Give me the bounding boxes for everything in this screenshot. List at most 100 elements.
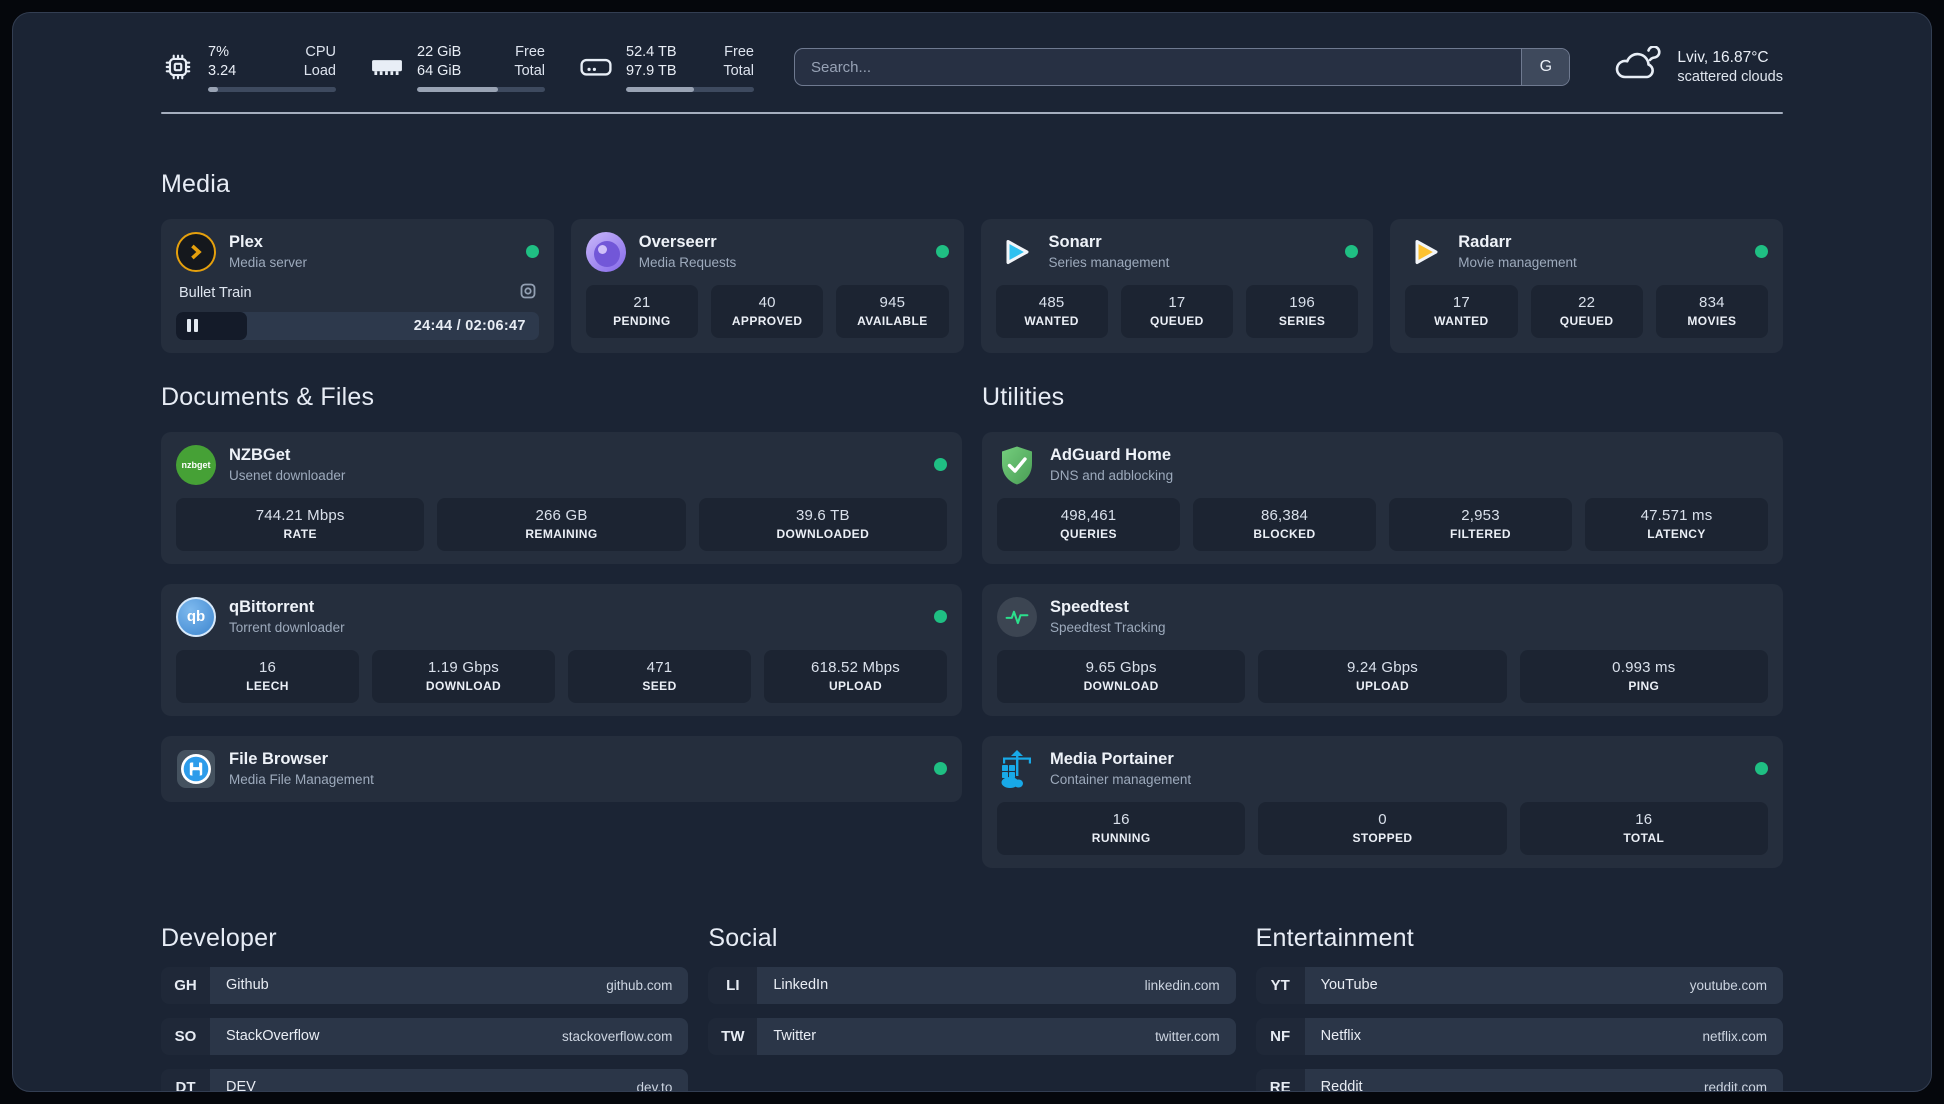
app-subtitle: Container management xyxy=(1050,772,1192,788)
link-name: Netflix xyxy=(1320,1028,1361,1045)
radarr-icon xyxy=(1405,232,1445,272)
link-abbr: GH xyxy=(161,966,210,1004)
section-entertainment: Entertainment YT YouTube youtube.com NF N… xyxy=(1255,924,1783,1092)
link-url: twitter.com xyxy=(1155,1028,1220,1044)
link-stackoverflow[interactable]: SO StackOverflow stackoverflow.com xyxy=(161,1017,689,1055)
link-abbr: SO xyxy=(161,1017,210,1055)
link-netflix[interactable]: NF Netflix netflix.com xyxy=(1255,1017,1783,1055)
storage-free-label: Free xyxy=(724,44,754,60)
app-card-adguard[interactable]: AdGuard Home DNS and adblocking 498,461 Q… xyxy=(982,431,1783,564)
stat-queued: 22 QUEUED xyxy=(1530,284,1643,338)
app-subtitle: Media File Management xyxy=(229,772,374,788)
app-subtitle: Series management xyxy=(1048,255,1170,271)
stat-total: 16 TOTAL xyxy=(1519,801,1768,855)
sonarr-icon xyxy=(996,232,1036,272)
app-card-nzbget[interactable]: nzbget NZBGet Usenet downloader 744.21 M… xyxy=(161,431,962,564)
weather-description: scattered clouds xyxy=(1677,69,1783,86)
app-title: Overseerr xyxy=(638,233,717,252)
storage-total-value: 97.9 TB xyxy=(626,62,677,79)
weather-location-temp: Lviv, 16.87°C xyxy=(1677,49,1769,67)
section-title-documents: Documents & Files xyxy=(161,382,375,411)
now-playing-session-icon xyxy=(520,283,536,303)
app-card-portainer[interactable]: Media Portainer Container management 16 R… xyxy=(982,735,1783,868)
app-card-radarr[interactable]: Radarr Movie management 17 WANTED 22 QUEUE… xyxy=(1390,218,1783,353)
link-twitter[interactable]: TW Twitter twitter.com xyxy=(708,1017,1236,1055)
link-name: Reddit xyxy=(1320,1079,1363,1092)
stat-queries: 498,461 QUERIES xyxy=(997,497,1180,551)
app-title: Radarr xyxy=(1458,233,1512,252)
app-card-plex[interactable]: Plex Media server Bullet Train 24:44 / 0… xyxy=(161,218,554,353)
app-title: NZBGet xyxy=(229,446,291,465)
dashboard: 7% CPU 3.24 Load 22 GiB Free 64 GiB Total xyxy=(12,12,1932,1092)
now-playing-title: Bullet Train xyxy=(179,284,252,301)
section-media: Media Plex Media server Bullet Train 24:… xyxy=(161,170,1783,353)
stat-wanted: 485 WANTED xyxy=(995,284,1108,338)
app-card-qbittorrent[interactable]: qb qBittorrent Torrent downloader 16 LEEC… xyxy=(161,583,962,716)
playback-time: 24:44 / 02:06:47 xyxy=(413,317,526,334)
storage-icon xyxy=(579,55,613,79)
stat-queued: 17 QUEUED xyxy=(1120,284,1233,338)
app-card-overseerr[interactable]: Overseerr Media Requests 21 PENDING 40 APP… xyxy=(570,218,964,353)
link-url: stackoverflow.com xyxy=(562,1028,673,1044)
status-dot xyxy=(1345,245,1359,259)
system-stats: 7% CPU 3.24 Load 22 GiB Free 64 GiB Total xyxy=(161,43,754,92)
stat-blocked: 86,384 BLOCKED xyxy=(1193,497,1376,551)
stat-pending: 21 PENDING xyxy=(585,284,698,338)
storage-total-label: Total xyxy=(723,62,754,79)
cpu-load-label: Load xyxy=(303,62,336,79)
storage-progressbar xyxy=(626,86,754,92)
memory-free-label: Free xyxy=(515,44,545,60)
qbittorrent-icon: qb xyxy=(176,596,216,637)
link-abbr: RE xyxy=(1255,1068,1305,1091)
stat-downloaded: 39.6 TB DOWNLOADED xyxy=(698,497,947,551)
link-url: dev.to xyxy=(636,1079,673,1092)
link-url: reddit.com xyxy=(1703,1079,1767,1092)
app-title: AdGuard Home xyxy=(1050,446,1172,465)
link-youtube[interactable]: YT YouTube youtube.com xyxy=(1255,966,1783,1004)
stat-series: 196 SERIES xyxy=(1246,284,1359,338)
app-subtitle: Speedtest Tracking xyxy=(1050,620,1166,636)
link-dev-to[interactable]: DT DEV dev.to xyxy=(161,1068,689,1092)
status-dot xyxy=(525,245,539,259)
search-input[interactable] xyxy=(795,49,1522,86)
link-reddit[interactable]: RE Reddit reddit.com xyxy=(1255,1068,1783,1092)
link-abbr: LI xyxy=(708,966,758,1004)
search-engine-button[interactable]: G xyxy=(1521,49,1570,86)
stat-upload: 9.24 Gbps UPLOAD xyxy=(1258,649,1507,703)
stat-download: 9.65 Gbps DOWNLOAD xyxy=(997,649,1246,703)
status-dot xyxy=(1755,762,1768,776)
cpu-icon xyxy=(161,52,195,82)
status-dot xyxy=(935,245,949,259)
stat-approved: 40 APPROVED xyxy=(711,284,824,338)
app-subtitle: Torrent downloader xyxy=(229,620,345,636)
memory-icon xyxy=(370,56,404,78)
app-card-filebrowser[interactable]: File Browser Media File Management xyxy=(161,735,962,802)
link-abbr: NF xyxy=(1255,1017,1305,1055)
cloud-icon xyxy=(1610,45,1662,89)
stat-rate: 744.21 Mbps RATE xyxy=(176,497,425,551)
storage-free-value: 52.4 TB xyxy=(626,44,677,60)
link-linkedin[interactable]: LI LinkedIn linkedin.com xyxy=(708,966,1236,1004)
cpu-stat: 7% CPU 3.24 Load xyxy=(161,43,336,92)
section-title-utilities: Utilities xyxy=(982,382,1065,411)
stat-leech: 16 LEECH xyxy=(176,649,359,703)
section-utilities: Utilities AdGuard Home DNS and adblockin… xyxy=(982,383,1783,868)
app-title: File Browser xyxy=(229,750,329,769)
app-title: Sonarr xyxy=(1048,233,1102,252)
stat-wanted: 17 WANTED xyxy=(1405,284,1518,338)
cpu-load-value: 3.24 xyxy=(208,62,237,79)
search-bar: G xyxy=(794,48,1571,87)
memory-total-value: 64 GiB xyxy=(417,62,462,79)
section-title-developer: Developer xyxy=(161,923,277,952)
app-card-speedtest[interactable]: Speedtest Speedtest Tracking 9.65 Gbps DO… xyxy=(982,583,1783,716)
app-title: Plex xyxy=(229,233,263,252)
app-card-sonarr[interactable]: Sonarr Series management 485 WANTED 17 QUE… xyxy=(980,218,1374,353)
link-abbr: YT xyxy=(1255,966,1305,1004)
app-title: Media Portainer xyxy=(1050,750,1174,769)
app-subtitle: DNS and adblocking xyxy=(1050,468,1174,484)
filebrowser-icon xyxy=(176,749,216,789)
stat-stopped: 0 STOPPED xyxy=(1258,801,1507,855)
header: 7% CPU 3.24 Load 22 GiB Free 64 GiB Total xyxy=(161,43,1783,92)
status-dot xyxy=(934,762,947,776)
link-github[interactable]: GH Github github.com xyxy=(161,966,689,1004)
